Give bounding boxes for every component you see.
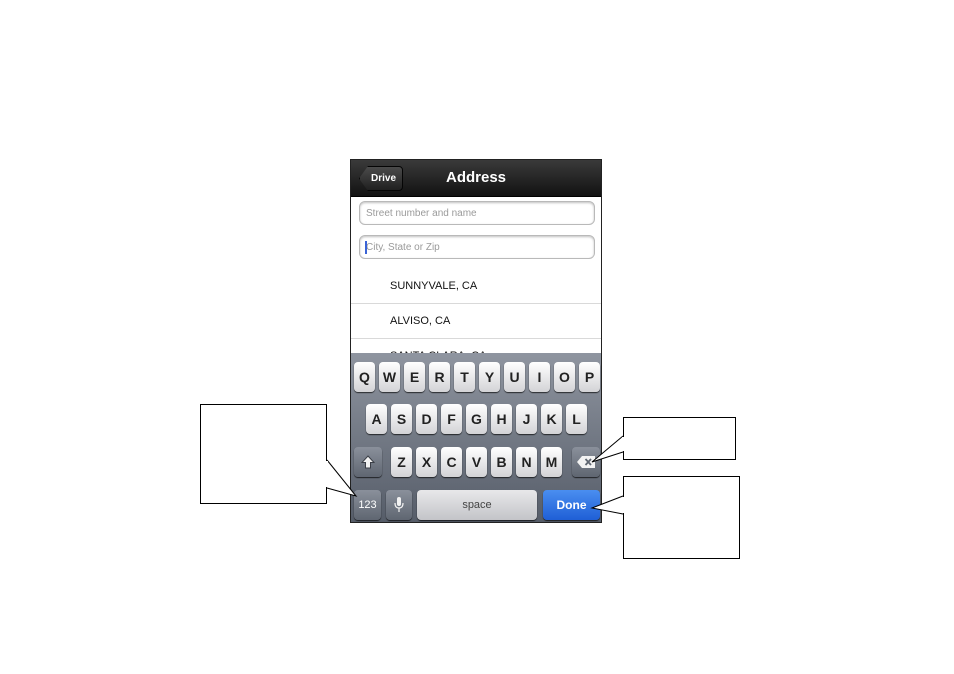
list-item[interactable]: ALVISO, CA (351, 304, 601, 339)
key-z[interactable]: Z (391, 447, 412, 477)
key-i[interactable]: I (529, 362, 550, 392)
back-button-drive[interactable]: Drive (359, 166, 404, 191)
key-f[interactable]: F (441, 404, 462, 434)
key-w[interactable]: W (379, 362, 400, 392)
key-s[interactable]: S (391, 404, 412, 434)
key-m[interactable]: M (541, 447, 562, 477)
key-t[interactable]: T (454, 362, 475, 392)
key-n[interactable]: N (516, 447, 537, 477)
key-d[interactable]: D (416, 404, 437, 434)
done-button[interactable]: Done (543, 490, 600, 520)
key-c[interactable]: C (441, 447, 462, 477)
keyboard: Q W E R T Y U I O P A S D F G H J K L Z … (351, 353, 601, 522)
city-input[interactable] (360, 236, 594, 258)
callout-box-numbers (200, 404, 327, 504)
backspace-icon (577, 456, 595, 468)
key-e[interactable]: E (404, 362, 425, 392)
key-k[interactable]: K (541, 404, 562, 434)
phone-screen: Address Drive SUNNYVALE, CA ALVISO, CA S… (350, 159, 602, 523)
microphone-key[interactable] (386, 490, 412, 520)
shift-key[interactable] (354, 447, 382, 477)
street-field[interactable] (359, 201, 595, 225)
street-input[interactable] (360, 202, 594, 224)
text-caret (365, 241, 367, 254)
key-b[interactable]: B (491, 447, 512, 477)
key-l[interactable]: L (566, 404, 587, 434)
callout-box-done (623, 476, 740, 559)
city-field[interactable] (359, 235, 595, 259)
shift-icon (360, 455, 376, 469)
backspace-key[interactable] (572, 447, 600, 477)
key-v[interactable]: V (466, 447, 487, 477)
space-key[interactable]: space (417, 490, 537, 520)
list-item[interactable]: SUNNYVALE, CA (351, 269, 601, 304)
nav-bar: Address Drive (351, 160, 601, 197)
key-q[interactable]: Q (354, 362, 375, 392)
key-r[interactable]: R (429, 362, 450, 392)
key-x[interactable]: X (416, 447, 437, 477)
microphone-icon (394, 497, 404, 512)
key-p[interactable]: P (579, 362, 600, 392)
callout-box-backspace (623, 417, 736, 460)
key-o[interactable]: O (554, 362, 575, 392)
key-u[interactable]: U (504, 362, 525, 392)
key-g[interactable]: G (466, 404, 487, 434)
key-y[interactable]: Y (479, 362, 500, 392)
key-a[interactable]: A (366, 404, 387, 434)
key-h[interactable]: H (491, 404, 512, 434)
key-j[interactable]: J (516, 404, 537, 434)
numbers-key[interactable]: 123 (354, 490, 381, 520)
